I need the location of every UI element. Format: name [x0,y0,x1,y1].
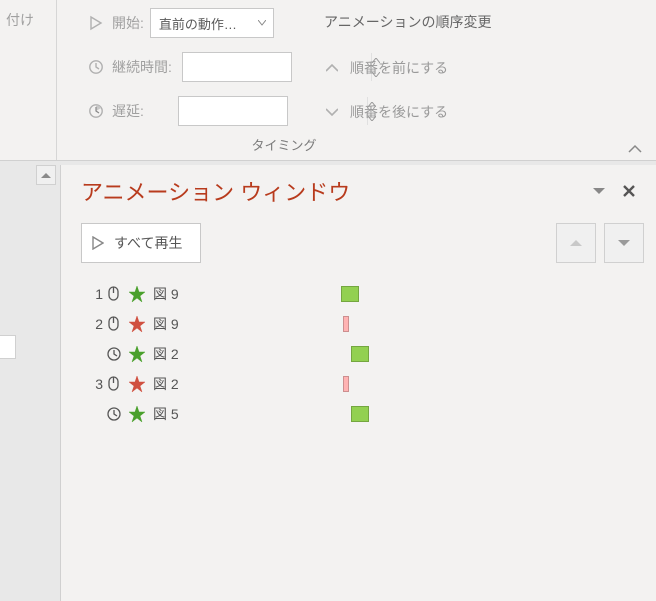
anim-number: 1 [85,286,103,302]
ribbon-left-fragment: 付け [0,10,34,30]
thumbnail-sliver [0,335,16,359]
play-all-label: すべて再生 [114,233,182,253]
anim-object-name: 図 9 [149,284,209,304]
timeline-bar [341,286,359,302]
move-earlier-button[interactable]: 順番を前にする [324,46,491,90]
ribbon-divider [56,0,57,160]
timeline-bar [343,376,349,392]
timeline-bar [351,346,369,362]
start-combo[interactable]: 直前の動作… [150,8,274,38]
animation-row[interactable]: 1 図 9 [85,279,656,309]
animation-row[interactable]: 3 図 2 [85,369,656,399]
timeline-bar [343,316,349,332]
anim-object-name: 図 5 [149,404,209,424]
exit-star-icon [125,315,149,333]
scroll-up-button[interactable] [36,165,56,185]
start-label: 開始: [112,13,144,33]
delay-spinner[interactable] [178,96,288,126]
anim-number: 2 [85,316,103,332]
start-combo-value: 直前の動作… [159,14,255,33]
animation-row[interactable]: 2 図 9 [85,309,656,339]
ribbon-group-name: タイミング [124,135,444,154]
delay-label: 遅延: [112,101,144,121]
duration-label: 継続時間: [112,57,172,77]
move-earlier-label: 順番を前にする [350,58,448,78]
entrance-star-icon [125,345,149,363]
anim-object-name: 図 9 [149,314,209,334]
move-later-button[interactable]: 順番を後にする [324,90,491,134]
chevron-down-icon [255,20,269,26]
clock-icon [86,57,106,77]
pane-options-icon[interactable] [584,176,614,206]
move-down-button[interactable] [604,223,644,263]
exit-star-icon [125,375,149,393]
animation-list: 1 図 9 2 図 9 図 2 3 図 2 図 5 [61,273,656,429]
animation-row[interactable]: 図 2 [85,339,656,369]
anim-object-name: 図 2 [149,374,209,394]
entrance-star-icon [125,285,149,303]
delay-clock-icon [86,101,106,121]
move-up-button[interactable] [556,223,596,263]
animation-pane: アニメーション ウィンドウ すべて再生 1図 92図 9図 [60,165,656,601]
mouse-icon [103,286,125,302]
play-all-button[interactable]: すべて再生 [81,223,201,263]
clock-icon [103,406,125,422]
chevron-up-icon [324,64,340,72]
pane-title: アニメーション ウィンドウ [81,175,584,207]
move-later-label: 順番を後にする [350,102,448,122]
collapse-ribbon-icon[interactable] [628,144,642,154]
duration-spinner[interactable] [182,52,292,82]
start-icon [86,13,106,33]
play-icon [92,236,104,250]
anim-number: 3 [85,376,103,392]
entrance-star-icon [125,405,149,423]
mouse-icon [103,316,125,332]
mouse-icon [103,376,125,392]
animation-row[interactable]: 図 5 [85,399,656,429]
anim-object-name: 図 2 [149,344,209,364]
chevron-down-icon [324,108,340,116]
clock-icon [103,346,125,362]
timeline-bar [351,406,369,422]
reorder-title: アニメーションの順序変更 [324,12,491,32]
close-icon[interactable] [614,176,644,206]
